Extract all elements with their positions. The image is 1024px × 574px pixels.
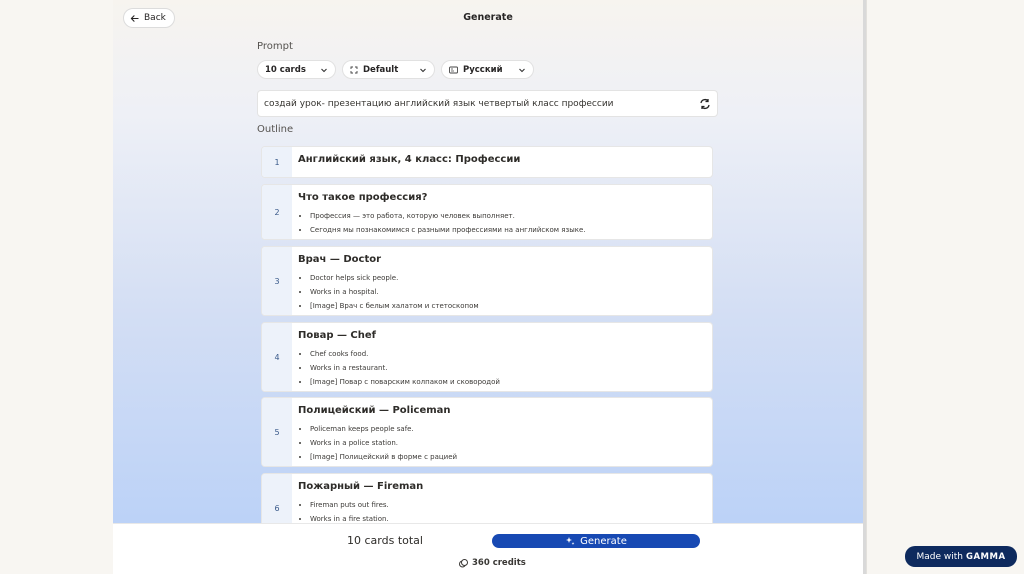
card-number: 1 [262, 147, 292, 177]
cards-total: 10 cards total [347, 534, 423, 547]
card-bullet[interactable]: [Image] Полицейский в форме с рацией [310, 450, 457, 464]
card-bullet[interactable]: Chef cooks food. [310, 347, 500, 361]
outline-card[interactable]: 5 Полицейский — Policeman Policeman keep… [261, 397, 713, 467]
card-title[interactable]: Пожарный — Fireman [298, 481, 423, 492]
card-bullet[interactable]: Профессия — это работа, которую человек … [310, 209, 585, 223]
left-background [0, 0, 113, 574]
made-with-label: Made with [916, 551, 963, 562]
made-with-gamma-badge[interactable]: Made with GAMMA [905, 546, 1017, 567]
theme-select[interactable]: Default [342, 60, 435, 79]
outline-card[interactable]: 3 Врач — Doctor Doctor helps sick people… [261, 246, 713, 316]
card-title[interactable]: Что такое профессия? [298, 192, 585, 203]
card-bullet[interactable]: Works in a police station. [310, 436, 457, 450]
card-bullet[interactable]: [Image] Повар с поварским колпаком и ско… [310, 375, 500, 389]
card-number: 5 [262, 398, 292, 466]
theme-value: Default [363, 64, 399, 75]
card-number: 2 [262, 185, 292, 239]
outline-card[interactable]: 2 Что такое профессия? Профессия — это р… [261, 184, 713, 240]
cards-count-value: 10 cards [265, 64, 306, 75]
chevron-down-icon [519, 68, 525, 72]
gamma-logo: GAMMA [965, 551, 1006, 562]
outline-card[interactable]: 1 Английский язык, 4 класс: Профессии [261, 146, 713, 178]
card-title[interactable]: Повар — Chef [298, 330, 500, 341]
card-bullet[interactable]: Works in a hospital. [310, 285, 479, 299]
credits-icon [459, 558, 468, 567]
language-icon [449, 66, 458, 73]
card-number: 4 [262, 323, 292, 391]
outline-card[interactable]: 4 Повар — Chef Chef cooks food. Works in… [261, 322, 713, 392]
right-background [866, 0, 1024, 574]
card-title[interactable]: Врач — Doctor [298, 254, 479, 265]
prompt-text: создай урок- презентацию английский язык… [264, 98, 614, 109]
generate-button[interactable]: Generate [492, 534, 700, 548]
outline-list: 1 Английский язык, 4 класс: Профессии 2 … [257, 141, 719, 523]
language-value: Русский [463, 64, 503, 75]
card-number: 3 [262, 247, 292, 315]
prompt-input[interactable]: создай урок- презентацию английский язык… [257, 90, 718, 117]
refresh-icon[interactable] [699, 98, 711, 110]
page-title: Generate [463, 12, 513, 23]
cards-count-select[interactable]: 10 cards [257, 60, 336, 79]
card-title[interactable]: Полицейский — Policeman [298, 405, 457, 416]
card-bullet[interactable]: Policeman keeps people safe. [310, 422, 457, 436]
prompt-section-label: Prompt [257, 41, 293, 52]
card-bullet[interactable]: Works in a restaurant. [310, 361, 500, 375]
card-bullet[interactable]: Fireman puts out fires. [310, 498, 423, 512]
generate-panel: Back Generate Prompt 10 cards Default Ру… [113, 0, 863, 574]
card-bullet[interactable]: Сегодня мы познакомимся с разными профес… [310, 223, 585, 237]
chevron-down-icon [321, 68, 327, 72]
footer-bar: 10 cards total Generate 360 credits [113, 523, 863, 574]
credits-label: 360 credits [472, 558, 526, 568]
aspect-ratio-icon [350, 66, 358, 73]
card-title[interactable]: Английский язык, 4 класс: Профессии [298, 154, 520, 165]
outline-card[interactable]: 6 Пожарный — Fireman Fireman puts out fi… [261, 473, 713, 523]
card-bullet[interactable]: [Image] Врач с белым халатом и стетоскоп… [310, 299, 479, 313]
chevron-down-icon [420, 68, 426, 72]
card-bullet[interactable]: Doctor helps sick people. [310, 271, 479, 285]
generate-label: Generate [580, 535, 627, 547]
outline-section-label: Outline [257, 124, 294, 135]
card-bullet[interactable]: Works in a fire station. [310, 512, 423, 523]
sparkle-icon [566, 537, 575, 545]
card-number: 6 [262, 474, 292, 523]
language-select[interactable]: Русский [441, 60, 534, 79]
credits-info: 360 credits [459, 558, 526, 568]
